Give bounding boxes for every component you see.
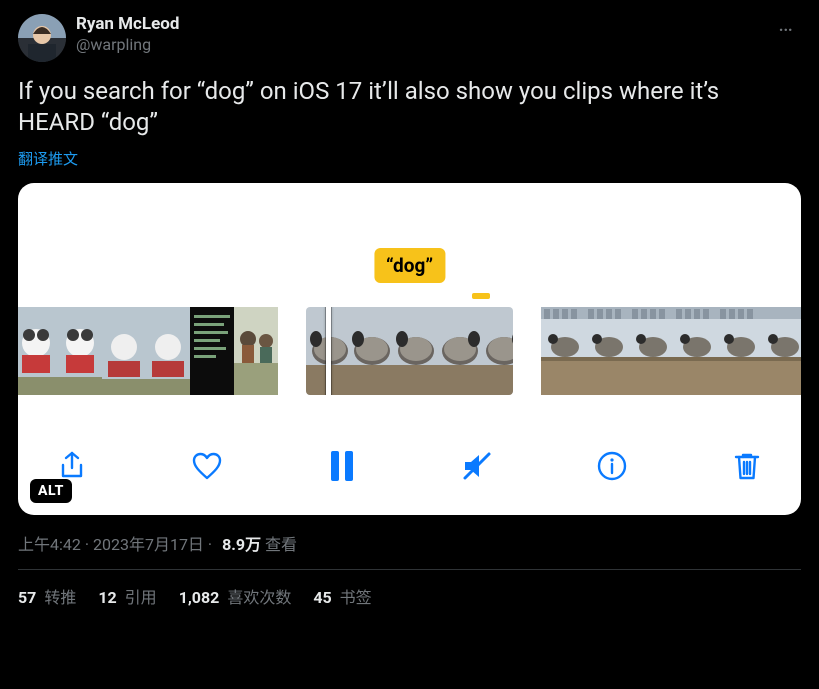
video-controls xyxy=(18,395,801,515)
user-handle[interactable]: @warpling xyxy=(76,35,179,55)
tweet-meta[interactable]: 上午4:42 · 2023年7月17日 · 8.9万 查看 xyxy=(18,531,801,555)
video-thumbnail xyxy=(58,307,102,395)
alt-badge[interactable]: ALT xyxy=(30,479,72,503)
info-icon[interactable] xyxy=(592,446,632,486)
tweet-date: 2023年7月17日 xyxy=(93,535,204,554)
video-thumbnail xyxy=(394,307,438,395)
more-options-icon[interactable]: … xyxy=(772,14,801,36)
video-thumbnail xyxy=(541,307,585,395)
media-header-area: “dog” xyxy=(18,183,801,277)
video-thumbnail xyxy=(102,307,146,395)
search-tag-chip: “dog” xyxy=(374,248,445,283)
stat-quotes[interactable]: 12 引用 xyxy=(98,584,156,608)
stat-bookmarks[interactable]: 45 书签 xyxy=(313,584,371,608)
tweet-time: 上午4:42 xyxy=(18,535,81,554)
video-thumbnail xyxy=(585,307,629,395)
video-thumbnail xyxy=(146,307,190,395)
clip-group-1[interactable] xyxy=(18,307,278,395)
video-thumbnail xyxy=(438,307,482,395)
playhead[interactable] xyxy=(326,307,331,395)
media-inner: “dog” xyxy=(18,183,801,515)
timeline-row[interactable] xyxy=(18,277,801,395)
video-thumbnail xyxy=(482,307,513,395)
views-count: 8.9万 xyxy=(222,535,261,554)
tag-tick-mark xyxy=(472,293,490,299)
tweet-header: Ryan McLeod @warpling … xyxy=(18,14,801,62)
trash-icon[interactable] xyxy=(727,446,767,486)
pause-icon[interactable] xyxy=(322,446,362,486)
video-thumbnail xyxy=(673,307,717,395)
stat-retweets[interactable]: 57 转推 xyxy=(18,584,76,608)
video-thumbnail xyxy=(629,307,673,395)
clip-group-3[interactable] xyxy=(541,307,801,395)
mute-icon[interactable] xyxy=(457,446,497,486)
video-thumbnail xyxy=(234,307,278,395)
stat-likes[interactable]: 1,082 喜欢次数 xyxy=(179,584,292,608)
video-thumbnail xyxy=(190,307,234,395)
tweet-container: Ryan McLeod @warpling … If you search fo… xyxy=(0,0,819,608)
video-thumbnail xyxy=(717,307,761,395)
clip-group-active[interactable] xyxy=(306,307,513,395)
views-label: 查看 xyxy=(261,535,297,554)
media-card[interactable]: “dog” xyxy=(18,183,801,515)
tweet-text: If you search for “dog” on iOS 17 it’ll … xyxy=(18,76,801,138)
avatar[interactable] xyxy=(18,14,66,62)
translate-link[interactable]: 翻译推文 xyxy=(18,148,78,169)
video-thumbnail xyxy=(350,307,394,395)
video-thumbnail xyxy=(761,307,801,395)
name-block: Ryan McLeod @warpling xyxy=(76,14,179,62)
display-name[interactable]: Ryan McLeod xyxy=(76,14,179,35)
heart-icon[interactable] xyxy=(187,446,227,486)
user-block[interactable]: Ryan McLeod @warpling xyxy=(18,14,179,62)
stats-row: 57 转推 12 引用 1,082 喜欢次数 45 书签 xyxy=(18,570,801,608)
video-thumbnail xyxy=(18,307,58,395)
